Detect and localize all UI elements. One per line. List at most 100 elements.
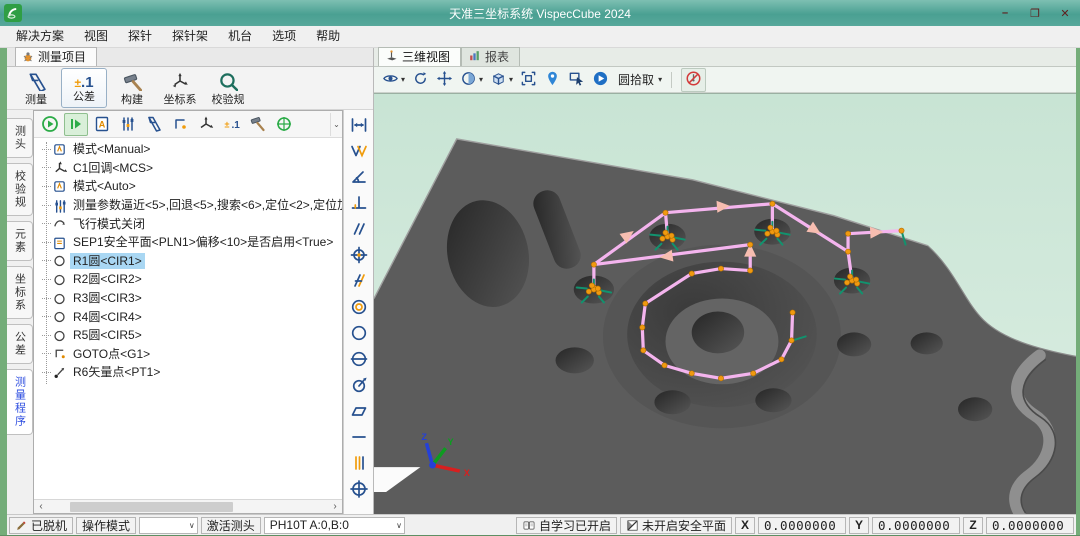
minimize-button[interactable]: – [990,2,1020,24]
tolerance-distance-icon[interactable] [347,113,371,136]
tree-toolbar-params-button[interactable] [116,113,140,136]
ribbon-button-construct[interactable]: 构建 [109,68,155,108]
tolerance-angle2-icon[interactable] [347,139,371,162]
maximize-button[interactable]: ❐ [1020,2,1050,24]
ribbon-button-coordsys[interactable]: 坐标系 [157,68,203,108]
tree-row[interactable]: 飞行模式关闭 [34,214,342,233]
circle-pick-dropdown[interactable]: 圆拾取▾ [616,71,662,88]
tolerance-angle-icon[interactable] [347,165,371,188]
ribbon-button-measure[interactable]: 测量 [13,68,59,108]
side-tab-3[interactable]: 元素 [7,221,33,261]
tree-toolbar-measure-button[interactable] [142,113,166,136]
menu-item-6[interactable]: 选项 [262,26,306,47]
safety-plane-label: 未开启安全平面 [642,517,726,534]
side-tab-4[interactable]: 坐标系 [7,266,33,319]
auto-play-button[interactable] [592,70,609,90]
ribbon-button-tolerance[interactable]: ±.1公差 [61,68,107,108]
menu-item-7[interactable]: 帮助 [306,26,350,47]
pick-select-button[interactable] [568,70,585,90]
circle-pick-label: 圆拾取 [618,71,654,88]
viewport-3d[interactable]: Z Y X [374,93,1076,514]
side-tab-1[interactable]: 测头 [7,118,33,158]
probe-display-off-button[interactable] [681,68,706,92]
tab-report[interactable]: 报表 [461,47,520,66]
view-cube-button[interactable]: ▾ [490,70,513,90]
tree-item-mode-icon [52,179,67,194]
pan-button[interactable] [436,70,453,90]
side-tab-2[interactable]: 校验规 [7,163,33,216]
tolerance-concentricity-icon[interactable] [347,295,371,318]
zoom-fit-icon [520,70,537,90]
tree-row[interactable]: R3圆<CIR3> [34,289,342,308]
toolbar-overflow-button[interactable]: ⌄ [330,113,342,136]
render-style-button[interactable]: ▾ [460,70,483,90]
tree-row[interactable]: 模式<Manual> [34,140,342,159]
ribbon-button-gauge[interactable]: 校验规 [205,68,251,108]
tolerance-roundness-icon[interactable] [347,321,371,344]
tree-row[interactable]: R1圆<CIR1> [34,252,342,271]
rotate-button[interactable] [412,70,429,90]
tolerance-distance2-icon[interactable] [347,451,371,474]
tree-row[interactable]: GOTO点<G1> [34,345,342,364]
active-probe-select[interactable]: PH10T A:0,B:0 ∨ [264,517,405,534]
tolerance-parallelism-icon[interactable] [347,217,371,240]
chevron-down-icon: ∨ [183,521,195,530]
side-tab-5[interactable]: 公差 [7,324,33,364]
tree-row[interactable]: 测量参数逼近<5>,回退<5>,搜索<6>,定位<2>,定位加<2>,测量 [34,196,342,215]
tree-toolbar-step-run-button[interactable] [64,113,88,136]
tree-toolbar: A ±.1 ⌄ [34,111,342,138]
menu-item-4[interactable]: 探针架 [162,26,218,47]
ribbon-button-label: 公差 [73,92,95,103]
tree-row[interactable]: 模式<Auto> [34,177,342,196]
scroll-left-button[interactable]: ‹ [34,500,48,513]
tree-guide [42,353,51,354]
tree-toolbar-construct-button[interactable] [246,113,270,136]
tolerance-perpendicularity-icon[interactable] [347,191,371,214]
tab-view3d[interactable]: 三维视图 [378,47,461,66]
tree-item-plane-icon [52,235,67,250]
tree-h-scrollbar[interactable]: ‹ › [34,499,342,513]
tree-item-label: GOTO点<G1> [70,346,153,362]
ribbon-toolbar: 测量±.1公差构建坐标系校验规 [7,67,373,110]
tree-row[interactable]: C1回调<MCS> [34,159,342,178]
tolerance-position-icon[interactable] [347,243,371,266]
tolerance-runout-icon[interactable] [347,373,371,396]
tree-toolbar-goto-button[interactable] [168,113,192,136]
tolerance-profile-icon[interactable] [347,477,371,500]
scroll-track[interactable] [48,501,328,513]
tolerance-flatness-icon[interactable] [347,399,371,422]
offline-status: 已脱机 [9,517,73,534]
tree-toolbar-run-button[interactable] [38,113,62,136]
menu-item-1[interactable]: 解决方案 [6,26,74,47]
left-panel-tab-row: 测量项目 [7,48,373,67]
ribbon-coordsys-icon [170,71,190,94]
menu-item-5[interactable]: 机台 [218,26,262,47]
scroll-thumb[interactable] [70,502,232,512]
tree-row[interactable]: R6矢量点<PT1> [34,363,342,382]
tab-measurement-project[interactable]: 测量项目 [15,47,97,66]
tree-toolbar-probe-path-button[interactable] [272,113,296,136]
tree-toolbar-tolerance-button[interactable]: ±.1 [220,113,244,136]
y-coordinate-readout: 0.0000000 [872,517,960,534]
annotation-pin-button[interactable] [544,70,561,90]
menu-item-3[interactable]: 探针 [118,26,162,47]
menu-item-2[interactable]: 视图 [74,26,118,47]
tree-row[interactable]: R2圆<CIR2> [34,270,342,289]
scroll-right-button[interactable]: › [328,500,342,513]
op-mode-select[interactable]: ∨ [139,517,198,534]
tree-row[interactable]: R5圆<CIR5> [34,326,342,345]
tolerance-symmetry-icon[interactable] [347,347,371,370]
tree-toolbar-auto-doc-button[interactable]: A [90,113,114,136]
side-tab-6[interactable]: 测量程序 [7,369,33,435]
tree-row[interactable]: R4圆<CIR4> [34,307,342,326]
offline-status-label: 已脱机 [31,517,67,534]
tolerance-inclination-icon[interactable] [347,269,371,292]
tree-toolbar-coordsys-button[interactable] [194,113,218,136]
close-button[interactable]: ✕ [1050,2,1080,24]
tolerance-straightness-icon[interactable] [347,425,371,448]
zoom-fit-button[interactable] [520,70,537,90]
axis-x-label: X [464,468,470,478]
tree-row[interactable]: SEP1安全平面<PLN1>偏移<10>是否启用<True> [34,233,342,252]
3d-scene[interactable]: Z Y X [374,94,1076,514]
view-options-button[interactable]: ▾ [382,70,405,90]
